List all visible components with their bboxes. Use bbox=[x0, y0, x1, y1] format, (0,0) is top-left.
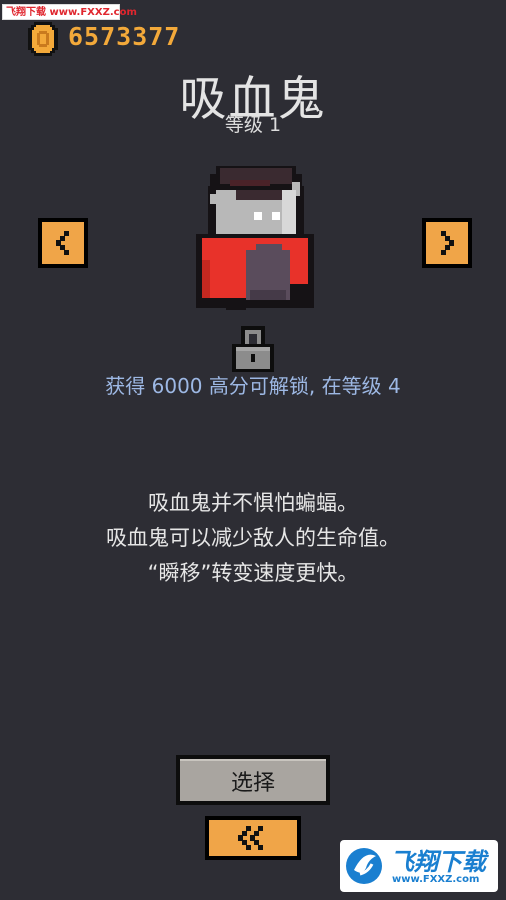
watermark-bottom: 飞翔下载 www.FXXZ.com bbox=[340, 840, 498, 892]
fxxz-logo-icon bbox=[346, 848, 382, 884]
chevron-right-icon bbox=[441, 231, 454, 255]
character-select-screen: 飞翔下载 www.FXXZ.com 6573377 吸血鬼 等级 1 获得 60… bbox=[0, 0, 506, 900]
description-line: 吸血鬼并不惧怕蝙蝠。 bbox=[148, 491, 358, 515]
padlock-icon bbox=[232, 326, 274, 372]
description-line: 吸血鬼可以减少敌人的生命值。 bbox=[106, 526, 400, 550]
character-level: 等级 1 bbox=[224, 114, 282, 136]
select-button[interactable]: 选择 bbox=[176, 755, 330, 805]
next-character-button[interactable] bbox=[422, 218, 472, 268]
watermark-top: 飞翔下载 www.FXXZ.com bbox=[2, 4, 137, 20]
select-button-label: 选择 bbox=[180, 759, 326, 801]
watermark-brand: 飞翔下载 bbox=[390, 848, 486, 876]
vampire-character-sprite bbox=[196, 166, 316, 310]
back-button[interactable] bbox=[205, 816, 301, 860]
chevron-left-icon bbox=[56, 231, 69, 255]
unlock-requirement-text: 获得 6000 高分可解锁, 在等级 4 bbox=[105, 374, 401, 398]
coin-balance: 6573377 bbox=[68, 22, 181, 51]
description-line: “瞬移”转变速度更快。 bbox=[147, 561, 359, 585]
previous-character-button[interactable] bbox=[38, 218, 88, 268]
watermark-url: www.FXXZ.com bbox=[392, 874, 480, 885]
coin-icon bbox=[24, 20, 62, 58]
character-description: 吸血鬼并不惧怕蝙蝠。 吸血鬼可以减少敌人的生命值。 “瞬移”转变速度更快。 bbox=[0, 486, 506, 591]
double-chevron-left-icon bbox=[238, 826, 263, 850]
